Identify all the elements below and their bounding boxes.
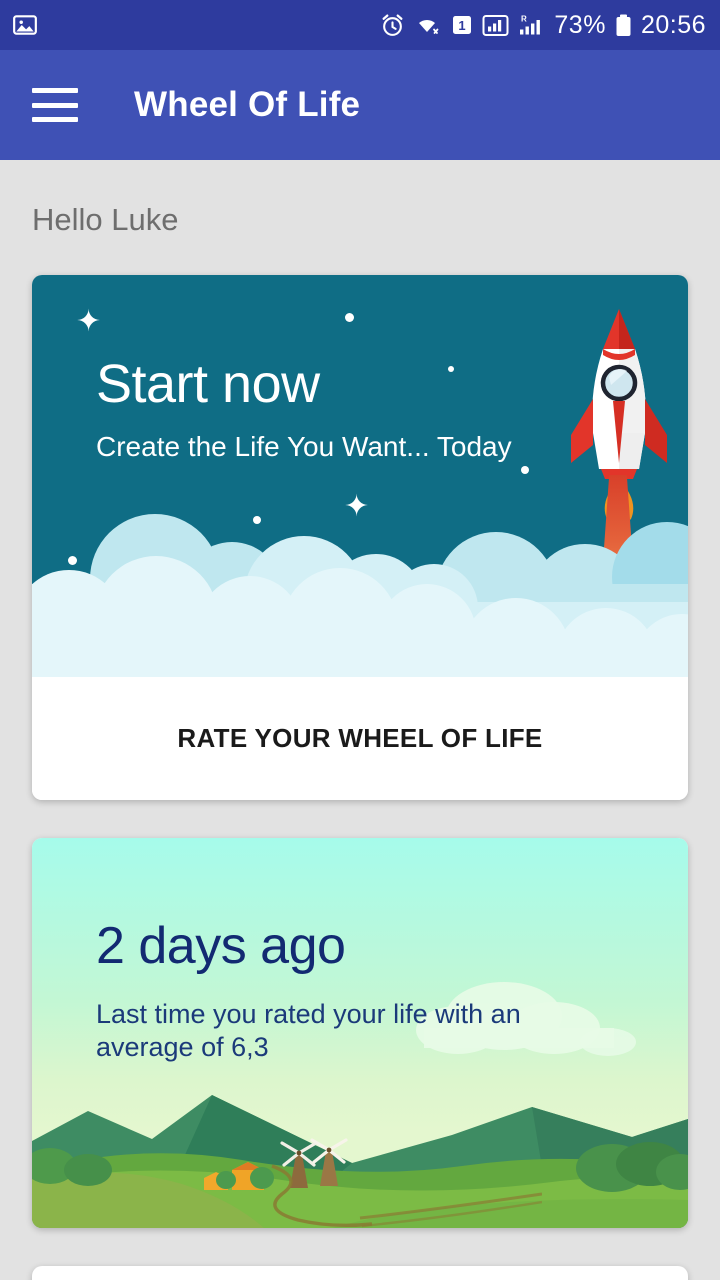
last-rating-subtitle: Last time you rated your life with an av… — [96, 999, 521, 1062]
bush-cluster-left — [32, 1148, 112, 1186]
battery-percent-label: 73% — [554, 10, 606, 39]
star-dot-1 — [345, 313, 354, 322]
green-hills-windmill-illustration: 2 days ago Last time you rated your life… — [32, 838, 688, 1228]
star-icon-1: ✦ — [76, 305, 102, 338]
next-card-peek[interactable] — [32, 1266, 688, 1280]
status-bar-left-icons — [12, 12, 38, 38]
last-rating-title: 2 days ago — [96, 917, 346, 975]
status-bar: 1 R 73% 20:56 — [0, 0, 720, 50]
wifi-icon — [414, 13, 442, 38]
svg-text:R: R — [521, 14, 527, 23]
cloud-bank — [32, 502, 688, 710]
app-bar-title: Wheel Of Life — [134, 85, 361, 124]
sim-1-icon: 1 — [451, 13, 473, 37]
photo-icon — [12, 12, 38, 38]
alarm-icon — [380, 13, 405, 38]
content-scroll-area[interactable]: Hello Luke ✦ ✦ Start now Create the Life… — [0, 160, 720, 1280]
roaming-signal-icon: R — [518, 13, 545, 38]
start-now-title: Start now — [96, 354, 320, 414]
hamburger-bar-2 — [32, 102, 78, 108]
status-bar-right-icons: 1 R 73% 20:56 — [380, 10, 706, 39]
star-dot-3 — [521, 466, 529, 474]
hamburger-bar-1 — [32, 88, 78, 93]
signal-strength-icon — [482, 13, 509, 38]
winding-path — [271, 1164, 542, 1228]
rate-wheel-of-life-button[interactable]: RATE YOUR WHEEL OF LIFE — [32, 677, 688, 800]
hamburger-bar-3 — [32, 117, 78, 122]
clock-label: 20:56 — [640, 10, 706, 39]
greeting-label: Hello Luke — [32, 202, 179, 237]
start-now-subtitle: Create the Life You Want... Today — [96, 431, 512, 462]
star-dot-2 — [448, 366, 454, 372]
hamburger-menu-icon[interactable] — [32, 88, 78, 122]
svg-text:1: 1 — [459, 18, 466, 33]
last-rating-card[interactable]: 2 days ago Last time you rated your life… — [32, 838, 688, 1228]
rate-wheel-of-life-label: RATE YOUR WHEEL OF LIFE — [177, 723, 543, 753]
cloud-base-front — [32, 630, 688, 677]
bush-cluster-right — [576, 1142, 688, 1192]
battery-icon — [615, 13, 632, 38]
app-bar: Wheel Of Life — [0, 50, 720, 160]
start-now-card[interactable]: ✦ ✦ Start now Create the Life You Want..… — [32, 275, 688, 800]
